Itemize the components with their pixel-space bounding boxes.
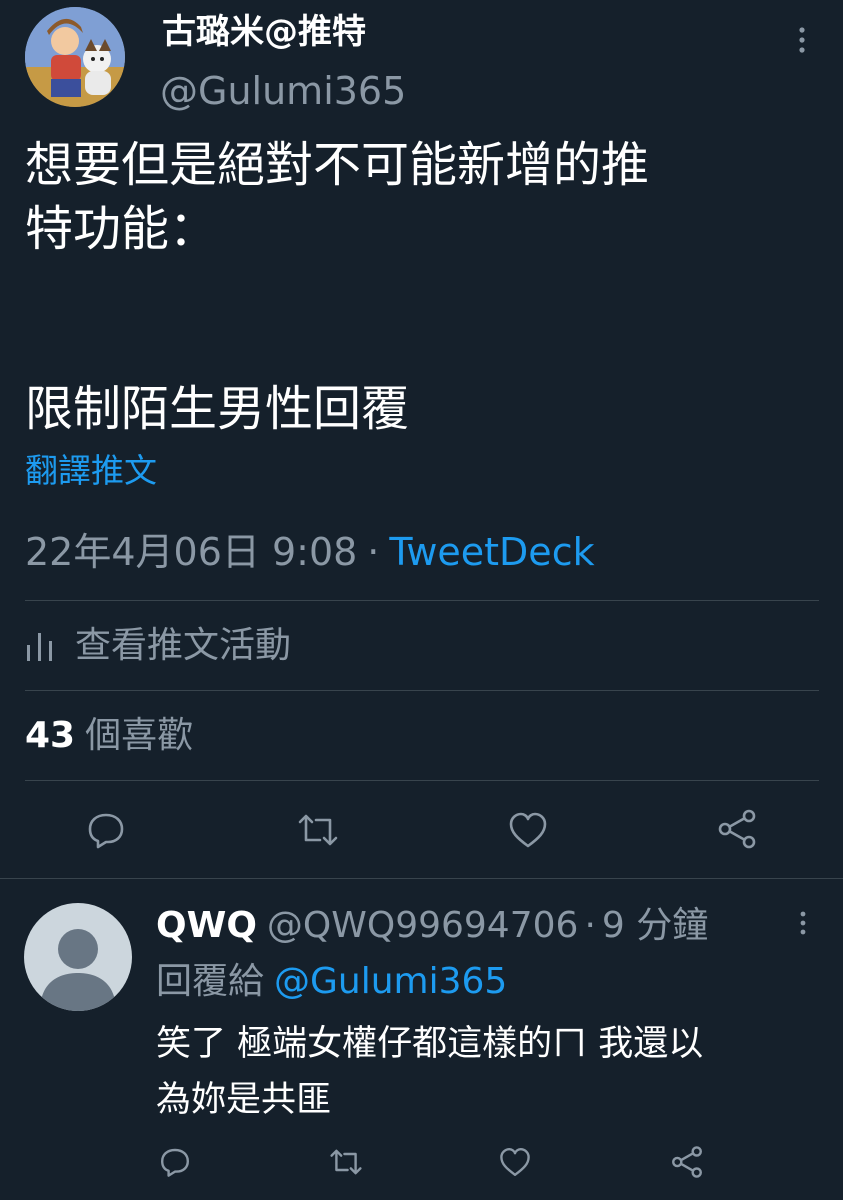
divider [25, 690, 819, 691]
author-handle[interactable]: @Gulumi365 [160, 68, 406, 114]
likes-count: 43 [25, 715, 76, 756]
bar-chart-icon [27, 633, 52, 661]
tweet-text-line: 限制陌生男性回覆 [25, 381, 410, 437]
reply-display-name[interactable]: QWQ [156, 905, 257, 946]
author-avatar[interactable] [25, 7, 125, 107]
reply-avatar[interactable] [24, 903, 132, 1011]
reply-header: QWQ @QWQ99694706 · 9 分鐘 [156, 902, 708, 956]
author-display-name[interactable]: 古璐米@推特 [162, 8, 366, 56]
like-icon[interactable] [498, 1146, 532, 1178]
replying-to: 回覆給 @Gulumi365 [156, 958, 507, 1006]
more-vertical-icon[interactable] [794, 26, 810, 54]
reply-text-line: 為妳是共匪 [156, 1080, 332, 1120]
meta-separator: · [367, 530, 380, 574]
share-icon[interactable] [670, 1145, 704, 1179]
translate-tweet-link[interactable]: 翻譯推文 [25, 448, 157, 494]
tweet-text-line: 特功能： [25, 201, 218, 257]
retweet-icon[interactable] [328, 1146, 364, 1178]
retweet-icon[interactable] [296, 810, 340, 850]
view-tweet-activity-button[interactable]: 查看推文活動 [25, 622, 291, 670]
more-vertical-icon[interactable] [796, 910, 810, 936]
tweet-source-link[interactable]: TweetDeck [389, 530, 594, 574]
main-tweet: 古璐米@推特 @Gulumi365 想要但是絕對不可能新增的推 特功能： 限制陌… [0, 0, 843, 879]
view-tweet-activity-label: 查看推文活動 [75, 625, 292, 666]
reply-text-line: 笑了 極端女權仔都這樣的ㄇ 我還以 [156, 1024, 704, 1064]
tweet-text-line: 想要但是絕對不可能新增的推 [25, 137, 650, 193]
replying-to-label: 回覆給 [156, 961, 265, 1002]
divider [0, 878, 843, 879]
reply-icon[interactable] [159, 1146, 191, 1178]
likes-stat[interactable]: 43 個喜歡 [25, 712, 193, 760]
reply-time[interactable]: 9 分鐘 [602, 905, 708, 946]
tweet-meta: 22年4月06日 9:08 · TweetDeck [25, 527, 595, 577]
tweet-timestamp[interactable]: 22年4月06日 9:08 [25, 530, 357, 574]
tweet-text: 想要但是絕對不可能新增的推 特功能： 限制陌生男性回覆 [25, 133, 825, 441]
share-icon[interactable] [716, 808, 758, 850]
divider [25, 600, 819, 601]
likes-label: 個喜歡 [85, 715, 194, 756]
reply-text: 笑了 極端女權仔都這樣的ㄇ 我還以 為妳是共匪 [156, 1016, 816, 1128]
divider [25, 780, 819, 781]
like-icon[interactable] [507, 810, 549, 850]
reply-handle[interactable]: @QWQ99694706 [267, 905, 579, 946]
reply-icon[interactable] [86, 810, 126, 850]
replying-to-handle[interactable]: @Gulumi365 [274, 961, 507, 1002]
reply-separator: · [584, 905, 596, 946]
